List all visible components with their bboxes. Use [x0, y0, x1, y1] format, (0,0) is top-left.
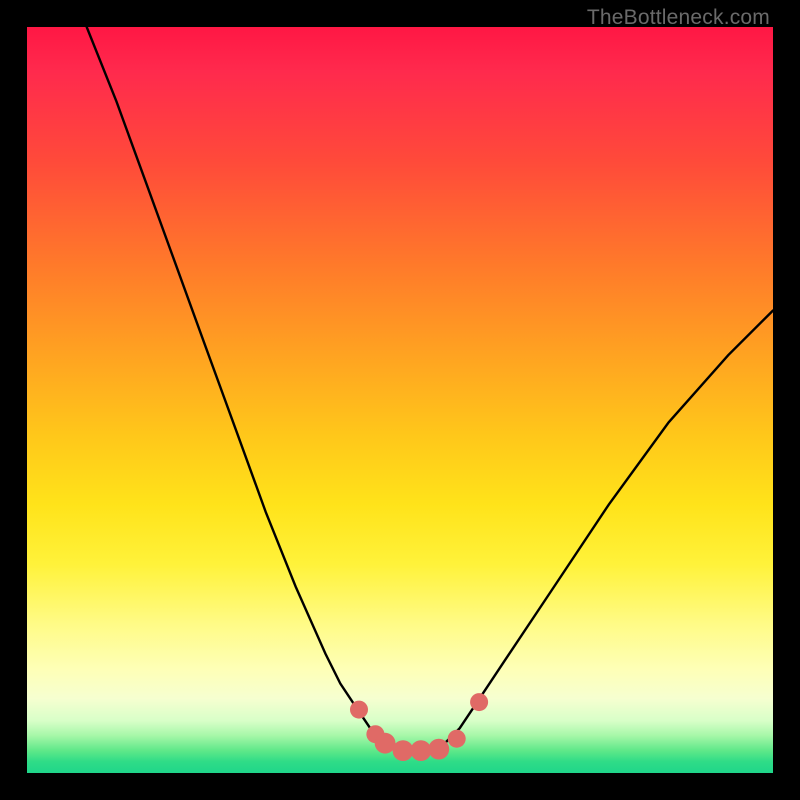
bottleneck-curve	[87, 27, 773, 751]
watermark-text: TheBottleneck.com	[587, 6, 770, 30]
curve-layer	[87, 27, 773, 751]
chart-frame: TheBottleneck.com	[0, 0, 800, 800]
curve-svg	[27, 27, 773, 773]
curve-marker	[350, 701, 368, 719]
curve-marker	[375, 733, 396, 754]
marker-layer	[350, 693, 488, 761]
curve-marker	[411, 740, 432, 761]
plot-area	[27, 27, 773, 773]
curve-marker	[470, 693, 488, 711]
curve-marker	[428, 739, 449, 760]
curve-marker	[393, 740, 414, 761]
curve-marker	[448, 730, 466, 748]
